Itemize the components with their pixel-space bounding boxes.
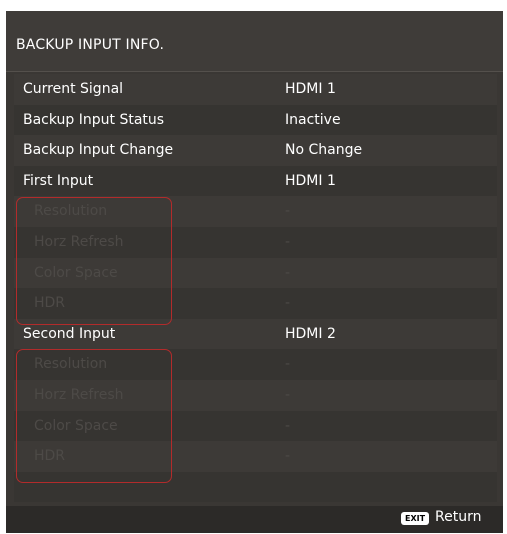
row-current-signal: Current Signal HDMI 1 <box>14 74 497 105</box>
row-first-resolution: Resolution - <box>14 196 497 227</box>
first-hdr-value: - <box>285 295 291 312</box>
row-first-hdr: HDR - <box>14 288 497 319</box>
current-signal-label: Current Signal <box>23 81 124 97</box>
first-input-label: First Input <box>23 172 94 189</box>
second-color-space-label: Color Space <box>34 417 118 434</box>
row-first-horz-refresh: Horz Refresh - <box>14 226 497 258</box>
info-list: Current Signal HDMI 1 Backup Input Statu… <box>14 74 497 503</box>
row-second-color-space: Color Space - <box>14 410 497 442</box>
first-input-value: HDMI 1 <box>285 172 336 189</box>
first-horz-refresh-value: - <box>285 233 291 250</box>
row-second-resolution: Resolution - <box>14 349 497 380</box>
second-resolution-value: - <box>285 356 291 373</box>
row-backup-input-change: Backup Input Change No Change <box>14 135 497 166</box>
row-second-hdr: HDR - <box>14 441 497 472</box>
first-resolution-value: - <box>285 203 291 220</box>
first-hdr-label: HDR <box>34 295 66 312</box>
first-horz-refresh-label: Horz Refresh <box>34 233 124 250</box>
first-resolution-label: Resolution <box>34 203 108 220</box>
backup-input-status-value: Inactive <box>285 111 341 128</box>
menu-title: BACKUP INPUT INFO. <box>16 37 165 53</box>
row-second-horz-refresh: Horz Refresh - <box>14 379 497 411</box>
return-label[interactable]: Return <box>435 509 481 525</box>
second-hdr-value: - <box>285 448 291 465</box>
menu-title-bar: BACKUP INPUT INFO. <box>6 11 503 72</box>
second-hdr-label: HDR <box>34 448 66 465</box>
backup-input-change-value: No Change <box>285 142 363 159</box>
row-second-input: Second Input HDMI 2 <box>14 318 497 350</box>
second-resolution-label: Resolution <box>34 356 108 373</box>
second-input-value: HDMI 2 <box>285 325 336 342</box>
second-horz-refresh-label: Horz Refresh <box>34 386 124 403</box>
exit-key-icon[interactable]: EXIT <box>401 512 430 525</box>
row-empty <box>14 471 497 503</box>
row-first-color-space: Color Space - <box>14 257 497 289</box>
backup-input-change-label: Backup Input Change <box>23 142 174 159</box>
second-color-space-value: - <box>285 417 291 434</box>
current-signal-value: HDMI 1 <box>285 81 336 97</box>
backup-input-status-label: Backup Input Status <box>23 111 165 128</box>
second-input-label: Second Input <box>23 325 116 342</box>
row-backup-input-status: Backup Input Status Inactive <box>14 104 497 136</box>
menu-footer: EXIT Return <box>6 506 503 533</box>
first-color-space-value: - <box>285 264 291 281</box>
second-horz-refresh-value: - <box>285 386 291 403</box>
row-first-input: First Input HDMI 1 <box>14 165 497 197</box>
first-color-space-label: Color Space <box>34 264 118 281</box>
osd-menu-panel: BACKUP INPUT INFO. Current Signal HDMI 1… <box>6 11 503 533</box>
